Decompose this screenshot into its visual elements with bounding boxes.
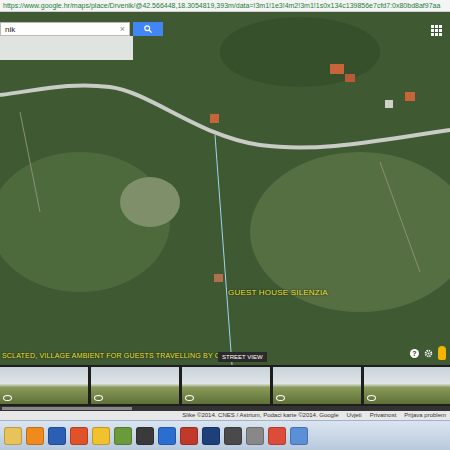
- scroll-thumb[interactable]: [2, 407, 132, 410]
- footer-link: Slike ©2014. CNES / Astrium, Podaci kart…: [182, 412, 338, 419]
- photo[interactable]: [0, 367, 88, 404]
- clear-button[interactable]: ×: [120, 24, 125, 34]
- street-view-icon: [94, 395, 103, 401]
- help-button[interactable]: ?: [410, 349, 419, 358]
- place-label: GUEST HOUSE SILENZIA: [228, 288, 328, 297]
- photo[interactable]: [182, 367, 270, 404]
- screen: https://www.google.hr/maps/place/Drvenik…: [0, 0, 450, 450]
- address-bar[interactable]: https://www.google.hr/maps/place/Drvenik…: [0, 0, 450, 12]
- taskbar: [0, 420, 450, 450]
- app-icon[interactable]: [70, 427, 88, 445]
- app-icon[interactable]: [136, 427, 154, 445]
- grid-dot: [435, 25, 438, 28]
- app-icon[interactable]: [4, 427, 22, 445]
- photo[interactable]: [273, 367, 361, 404]
- map-caption: SCLATED, VILLAGE AMBIENT FOR GUESTS TRAV…: [2, 352, 230, 359]
- grid-dot: [439, 25, 442, 28]
- grid-dot: [431, 25, 434, 28]
- grid-dot: [439, 29, 442, 32]
- photo-row: [0, 365, 450, 406]
- apps-grid-icon[interactable]: [431, 25, 442, 36]
- app-icon[interactable]: [246, 427, 264, 445]
- app-icon[interactable]: [202, 427, 220, 445]
- app-icon[interactable]: [268, 427, 286, 445]
- footer-link[interactable]: Privatnost: [370, 412, 397, 419]
- grid-dot: [431, 33, 434, 36]
- gear-icon[interactable]: [424, 349, 433, 358]
- grid-dot: [435, 29, 438, 32]
- grid-dot: [431, 29, 434, 32]
- search-field[interactable]: nik ×: [0, 22, 130, 36]
- app-icon[interactable]: [26, 427, 44, 445]
- search-button[interactable]: [133, 22, 163, 36]
- search-panel: nik ×: [0, 22, 163, 60]
- grid-dot: [439, 33, 442, 36]
- photo[interactable]: [364, 367, 450, 404]
- magnifier-icon: [144, 25, 152, 33]
- app-icon[interactable]: [48, 427, 66, 445]
- app-icon[interactable]: [92, 427, 110, 445]
- street-view-icon: [276, 395, 285, 401]
- street-view-icon: [367, 395, 376, 401]
- suggestion-panel: [0, 36, 133, 60]
- satellite-map[interactable]: nik × GUEST HOUSE SILENZIA SCLATED, VILLAGE…: [0, 12, 450, 365]
- app-icon[interactable]: [290, 427, 308, 445]
- grid-dot: [435, 33, 438, 36]
- street-view-icon: [185, 395, 194, 401]
- app-icon[interactable]: [114, 427, 132, 445]
- app-icon[interactable]: [224, 427, 242, 445]
- search-row: nik ×: [0, 22, 163, 36]
- street-view-icon: [3, 395, 12, 401]
- street-view-label[interactable]: STREET VIEW: [218, 352, 267, 362]
- map-controls: ?: [410, 346, 446, 360]
- search-value[interactable]: nik: [5, 25, 15, 34]
- satellite-imagery[interactable]: [0, 12, 450, 365]
- street-view-strip: [0, 365, 450, 411]
- app-icon[interactable]: [158, 427, 176, 445]
- footer-link[interactable]: Uvjeti: [347, 412, 362, 419]
- pegman-icon[interactable]: [438, 346, 446, 360]
- photo[interactable]: [91, 367, 179, 404]
- app-icon[interactable]: [180, 427, 198, 445]
- footer-link[interactable]: Prijava problem: [404, 412, 446, 419]
- url[interactable]: https://www.google.hr/maps/place/Drvenik…: [3, 2, 440, 9]
- map-footer: Slike ©2014. CNES / Astrium, Podaci kart…: [0, 411, 450, 420]
